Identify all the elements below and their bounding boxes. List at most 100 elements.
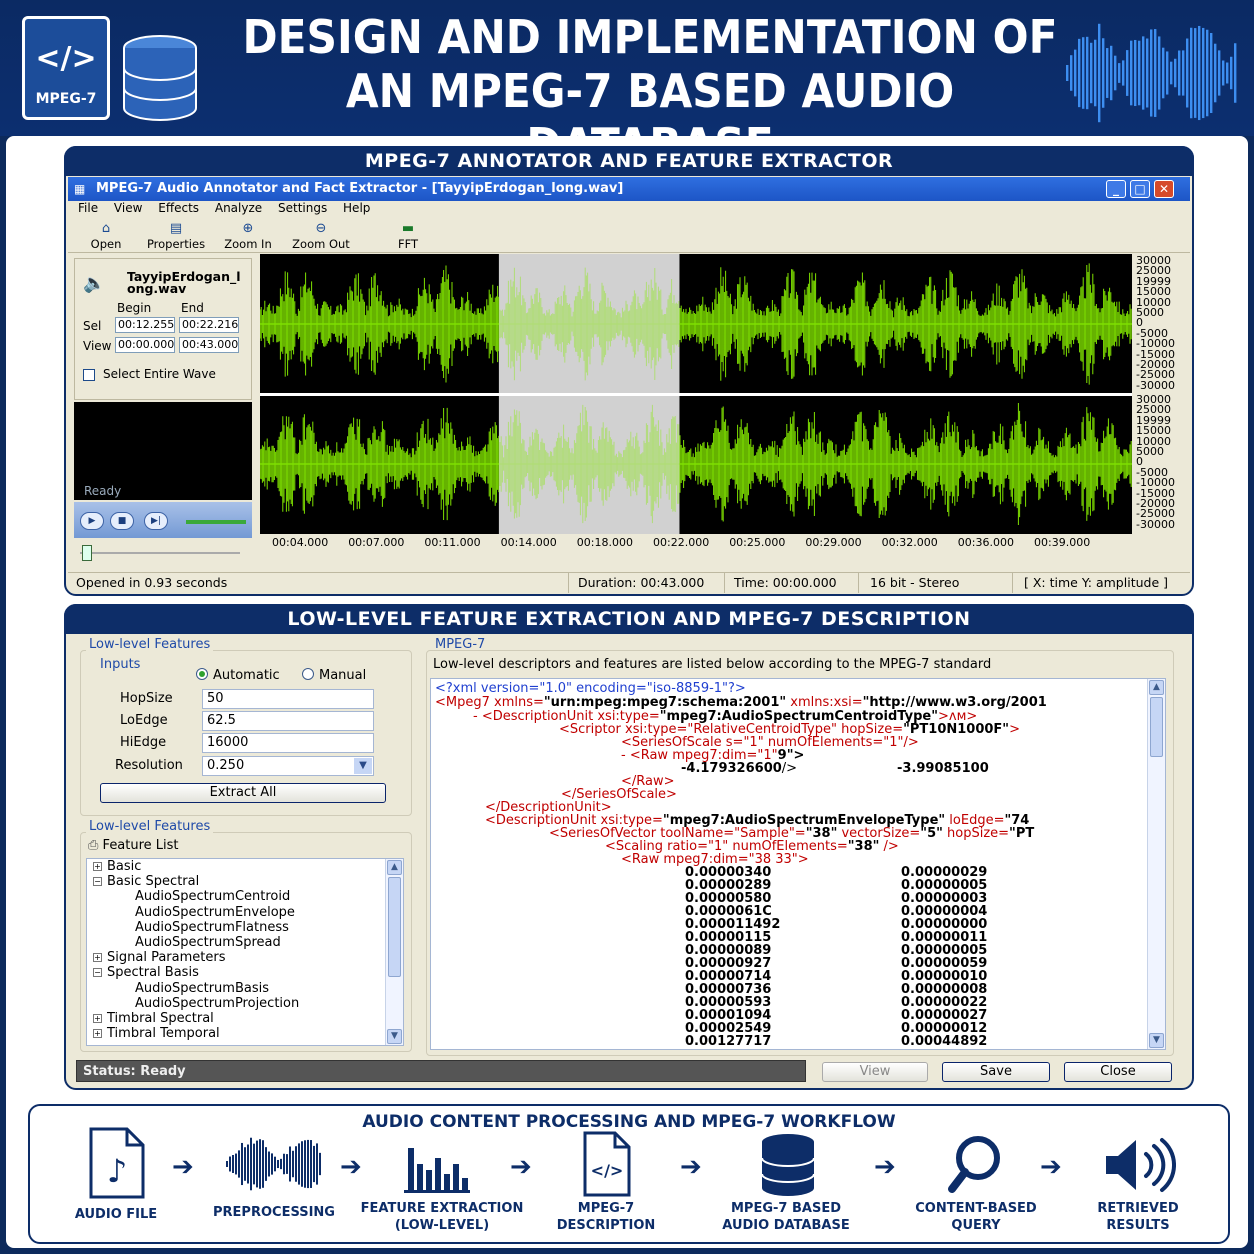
- close-window-button[interactable]: ✕: [1154, 180, 1174, 198]
- tree-label: AudioSpectrumBasis: [135, 980, 269, 996]
- stop-button[interactable]: ■: [110, 512, 134, 530]
- tree-node[interactable]: + Basic: [93, 859, 141, 874]
- status-duration: Duration: 00:43.000: [578, 575, 705, 590]
- menu-view[interactable]: View: [114, 201, 142, 215]
- tree-scrollbar[interactable]: ▲ ▼: [385, 859, 403, 1045]
- deco-bar: [1214, 43, 1217, 103]
- seek-handle[interactable]: [82, 545, 92, 561]
- sel-begin-field[interactable]: 00:12.255: [115, 317, 175, 333]
- scroll-up-icon[interactable]: ▲: [387, 860, 402, 875]
- seek-slider[interactable]: [80, 552, 240, 554]
- amplitude-scale-top: 30000 25000 19999 15000 10000 5000 0 -5000 -1000…: [1136, 255, 1175, 391]
- collapse-icon[interactable]: −: [93, 968, 102, 978]
- chevron-down-icon[interactable]: ▼: [354, 758, 372, 774]
- arrow-icon: ➔: [510, 1152, 532, 1182]
- inputs-label: Inputs: [100, 657, 141, 672]
- loedge-field[interactable]: 62.5: [202, 711, 374, 731]
- deco-bar: [1086, 36, 1089, 110]
- tree-node[interactable]: − Basic Spectral: [93, 874, 199, 889]
- col-end: End: [181, 301, 204, 315]
- collapse-icon[interactable]: −: [93, 877, 102, 887]
- icon-bar: [259, 1139, 261, 1189]
- view-begin-field[interactable]: 00:00.000: [115, 337, 175, 353]
- arrow-icon: ➔: [1040, 1152, 1062, 1182]
- close-button[interactable]: Close: [1064, 1062, 1172, 1082]
- resolution-select[interactable]: 0.250 ▼: [202, 756, 374, 776]
- tree-leaf[interactable]: AudioSpectrumSpread: [135, 935, 281, 950]
- tree-node[interactable]: + Timbral Temporal: [93, 1026, 220, 1041]
- extract-all-button[interactable]: Extract All: [100, 783, 386, 803]
- deco-bar: [1166, 51, 1169, 95]
- svg-text:♪: ♪: [107, 1152, 127, 1190]
- select-entire-checkbox[interactable]: [83, 369, 95, 381]
- radio-automatic[interactable]: Automatic: [196, 668, 280, 683]
- minimize-button[interactable]: _: [1106, 180, 1126, 198]
- tree-leaf[interactable]: AudioSpectrumFlatness: [135, 920, 289, 935]
- folder-icon: ⌂: [101, 221, 111, 236]
- icon-bar: [241, 1142, 243, 1186]
- speaker-icon: 🔈: [83, 273, 106, 294]
- hopsize-field[interactable]: 50: [202, 689, 374, 709]
- view-end-field[interactable]: 00:43.000: [179, 337, 239, 353]
- zoom-in-button[interactable]: ⊕ Zoom In: [220, 221, 276, 251]
- properties-button[interactable]: ▤ Properties: [144, 221, 208, 251]
- scroll-down-icon[interactable]: ▼: [387, 1029, 402, 1044]
- deco-bar: [1126, 50, 1129, 96]
- tree-label: Timbral Temporal: [107, 1026, 220, 1042]
- time-axis: 00:04.000 00:07.000 00:11.000 00:14.000 00:1…: [260, 534, 1132, 554]
- play-button[interactable]: ▶: [80, 512, 104, 530]
- zoom-out-button[interactable]: ⊖ Zoom Out: [290, 221, 352, 251]
- menu-effects[interactable]: Effects: [158, 201, 199, 215]
- scroll-down-icon[interactable]: ▼: [1149, 1033, 1164, 1048]
- menu-file[interactable]: File: [78, 201, 98, 215]
- scroll-up-icon[interactable]: ▲: [1149, 680, 1164, 695]
- icon-bar: [310, 1140, 312, 1188]
- expand-icon[interactable]: +: [93, 1014, 102, 1023]
- xml-viewer[interactable]: <?xml version="1.0" encoding="iso-8859-1…: [430, 678, 1166, 1050]
- menu-analyze[interactable]: Analyze: [215, 201, 262, 215]
- deco-bar: [1122, 60, 1125, 86]
- tree-leaf[interactable]: AudioSpectrumCentroid: [135, 889, 290, 904]
- fft-button[interactable]: ▬ FFT: [394, 221, 422, 251]
- sel-end-field[interactable]: 00:22.216: [179, 317, 239, 333]
- expand-icon[interactable]: +: [93, 862, 102, 871]
- hiedge-field[interactable]: 16000: [202, 733, 374, 753]
- tree-node[interactable]: − Spectral Basis: [93, 965, 199, 980]
- tree-leaf[interactable]: AudioSpectrumProjection: [135, 996, 299, 1011]
- tree-node[interactable]: + Timbral Spectral: [93, 1011, 214, 1026]
- xml-line: 0.00127717: [685, 1035, 771, 1048]
- expand-icon[interactable]: +: [93, 953, 102, 963]
- radio-manual[interactable]: Manual: [302, 668, 366, 683]
- scroll-thumb[interactable]: [388, 877, 401, 977]
- tree-node[interactable]: + Signal Parameters: [93, 950, 225, 965]
- icon-bar: [244, 1147, 246, 1181]
- speaker-icon: [1106, 1138, 1176, 1192]
- icon-bar: [262, 1140, 264, 1188]
- deco-bar: [1146, 38, 1149, 108]
- waveform-icon: [226, 1137, 321, 1191]
- feature-list-header: ⎙ Feature List: [88, 838, 179, 853]
- menu-settings[interactable]: Settings: [278, 201, 327, 215]
- tree-leaf[interactable]: AudioSpectrumEnvelope: [135, 905, 295, 920]
- icon-bar: [295, 1146, 297, 1182]
- next-button[interactable]: ▶|: [144, 512, 168, 530]
- view-button[interactable]: View: [822, 1062, 928, 1082]
- tree-leaf[interactable]: AudioSpectrumBasis: [135, 981, 269, 996]
- tree-label: Signal Parameters: [107, 950, 226, 966]
- loedge-label: LoEdge: [120, 713, 168, 728]
- volume-slider[interactable]: [186, 520, 246, 524]
- maximize-button[interactable]: □: [1130, 180, 1150, 198]
- player-status: Ready: [84, 484, 122, 498]
- scroll-thumb[interactable]: [1150, 697, 1163, 757]
- expand-icon[interactable]: +: [93, 1029, 102, 1039]
- open-button[interactable]: ⌂ Open: [88, 221, 124, 251]
- save-button[interactable]: Save: [942, 1062, 1050, 1082]
- icon-bar: [286, 1154, 288, 1174]
- waveform-display[interactable]: [260, 254, 1132, 534]
- xml-scrollbar[interactable]: ▲ ▼: [1147, 679, 1165, 1049]
- deco-bar: [1118, 63, 1121, 83]
- annotator-section-title: MPEG-7 ANNOTATOR AND FEATURE EXTRACTOR: [64, 146, 1194, 176]
- database-icon: [761, 1134, 815, 1196]
- menu-help[interactable]: Help: [343, 201, 370, 215]
- icon-bar: [268, 1151, 270, 1177]
